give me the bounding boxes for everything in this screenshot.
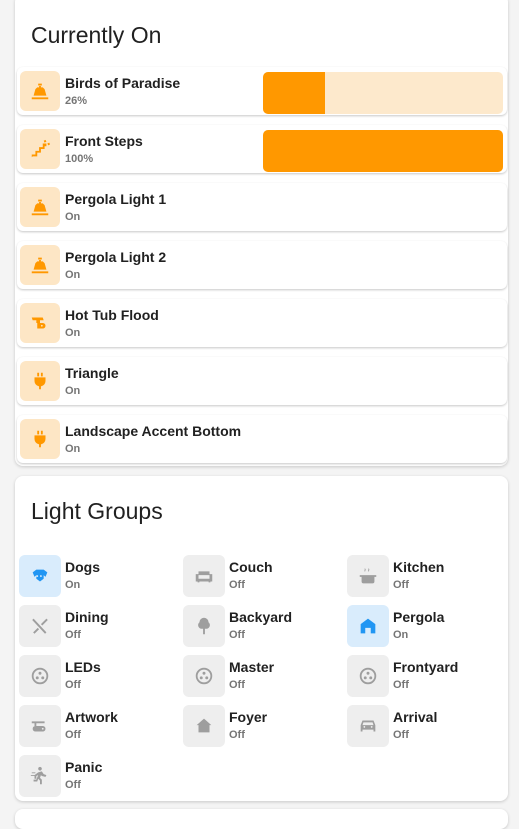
group-tile-dogs[interactable]: Dogs On <box>19 555 169 599</box>
currently-on-title: Currently On <box>31 22 162 48</box>
group-tile-frontyard[interactable]: Frontyard Off <box>347 655 497 699</box>
next-card <box>15 809 508 829</box>
sofa-icon[interactable] <box>183 555 225 597</box>
home-import-icon[interactable] <box>183 705 225 747</box>
group-name: Couch <box>229 559 273 575</box>
group-state: Off <box>393 579 409 591</box>
group-name: Panic <box>65 759 103 775</box>
group-state: Off <box>229 729 245 741</box>
group-tile-master[interactable]: Master Off <box>183 655 333 699</box>
group-state: Off <box>393 679 409 691</box>
group-tile-arrival[interactable]: Arrival Off <box>347 705 497 749</box>
group-state: Off <box>65 779 81 791</box>
projector-icon[interactable] <box>19 705 61 747</box>
tile-state: 100% <box>65 153 94 165</box>
group-tile-leds[interactable]: LEDs Off <box>19 655 169 699</box>
group-name: Foyer <box>229 709 268 725</box>
led-strip-icon[interactable] <box>19 655 61 697</box>
light-groups-title: Light Groups <box>31 498 163 524</box>
light-tile-triangle[interactable]: Triangle On <box>17 357 507 405</box>
tile-state: On <box>65 443 81 455</box>
pot-steam-icon[interactable] <box>347 555 389 597</box>
group-name: Backyard <box>229 609 293 625</box>
brightness-slider[interactable] <box>263 72 503 114</box>
silverware-icon[interactable] <box>19 605 61 647</box>
tile-state: 26% <box>65 95 88 107</box>
landscape-light-icon[interactable] <box>20 71 60 111</box>
run-icon[interactable] <box>19 755 61 797</box>
tile-name: Pergola Light 2 <box>65 249 167 265</box>
group-name: LEDs <box>65 659 101 675</box>
tile-name: Landscape Accent Bottom <box>65 423 242 439</box>
group-state: Off <box>65 679 81 691</box>
group-name: Kitchen <box>393 559 445 575</box>
group-state: Off <box>229 579 245 591</box>
tile-state: On <box>65 269 81 281</box>
tile-name: Pergola Light 1 <box>65 191 167 207</box>
tile-name: Hot Tub Flood <box>65 307 159 323</box>
brightness-slider[interactable] <box>263 130 503 172</box>
led-strip-icon[interactable] <box>347 655 389 697</box>
home-icon[interactable] <box>347 605 389 647</box>
group-name: Master <box>229 659 275 675</box>
group-tile-couch[interactable]: Couch Off <box>183 555 333 599</box>
tile-name: Front Steps <box>65 133 143 149</box>
light-groups-card: Light Groups Dogs On Couch Off Kitchen O… <box>15 476 508 801</box>
group-state: Off <box>229 679 245 691</box>
light-tile-pergola-light-2[interactable]: Pergola Light 2 On <box>17 241 507 289</box>
group-state: On <box>65 579 81 591</box>
group-name: Frontyard <box>393 659 459 675</box>
light-tile-front-steps[interactable]: Front Steps 100% <box>17 125 507 173</box>
group-state: Off <box>229 629 245 641</box>
group-tile-panic[interactable]: Panic Off <box>19 755 169 799</box>
group-name: Artwork <box>65 709 118 725</box>
tile-state: On <box>65 385 81 397</box>
tile-name: Birds of Paradise <box>65 75 181 91</box>
tree-icon[interactable] <box>183 605 225 647</box>
group-name: Dining <box>65 609 109 625</box>
light-tile-hot-tub-flood[interactable]: Hot Tub Flood On <box>17 299 507 347</box>
power-plug-icon[interactable] <box>20 419 60 459</box>
currently-on-card: Currently On Birds of Paradise 26% Front… <box>15 0 508 466</box>
power-plug-icon[interactable] <box>20 361 60 401</box>
slider-fill <box>263 72 326 114</box>
tile-state: On <box>65 211 81 223</box>
landscape-light-icon[interactable] <box>20 245 60 285</box>
dog-icon[interactable] <box>19 555 61 597</box>
light-tile-pergola-light-1[interactable]: Pergola Light 1 On <box>17 183 507 231</box>
group-tile-pergola[interactable]: Pergola On <box>347 605 497 649</box>
light-tile-landscape-accent-bottom[interactable]: Landscape Accent Bottom On <box>17 415 507 463</box>
group-tile-dining[interactable]: Dining Off <box>19 605 169 649</box>
group-state: On <box>393 629 409 641</box>
group-tile-artwork[interactable]: Artwork Off <box>19 705 169 749</box>
spotlight-icon[interactable] <box>20 303 60 343</box>
group-state: Off <box>393 729 409 741</box>
group-tile-kitchen[interactable]: Kitchen Off <box>347 555 497 599</box>
car-icon[interactable] <box>347 705 389 747</box>
tile-name: Triangle <box>65 365 119 381</box>
tile-state: On <box>65 327 81 339</box>
group-state: Off <box>65 629 81 641</box>
group-name: Dogs <box>65 559 100 575</box>
slider-fill <box>263 130 503 172</box>
group-state: Off <box>65 729 81 741</box>
light-tile-birds-of-paradise[interactable]: Birds of Paradise 26% <box>17 67 507 115</box>
led-strip-icon[interactable] <box>183 655 225 697</box>
stairs-light-icon[interactable] <box>20 129 60 169</box>
group-name: Arrival <box>393 709 438 725</box>
group-name: Pergola <box>393 609 445 625</box>
group-tile-foyer[interactable]: Foyer Off <box>183 705 333 749</box>
group-tile-backyard[interactable]: Backyard Off <box>183 605 333 649</box>
landscape-light-icon[interactable] <box>20 187 60 227</box>
